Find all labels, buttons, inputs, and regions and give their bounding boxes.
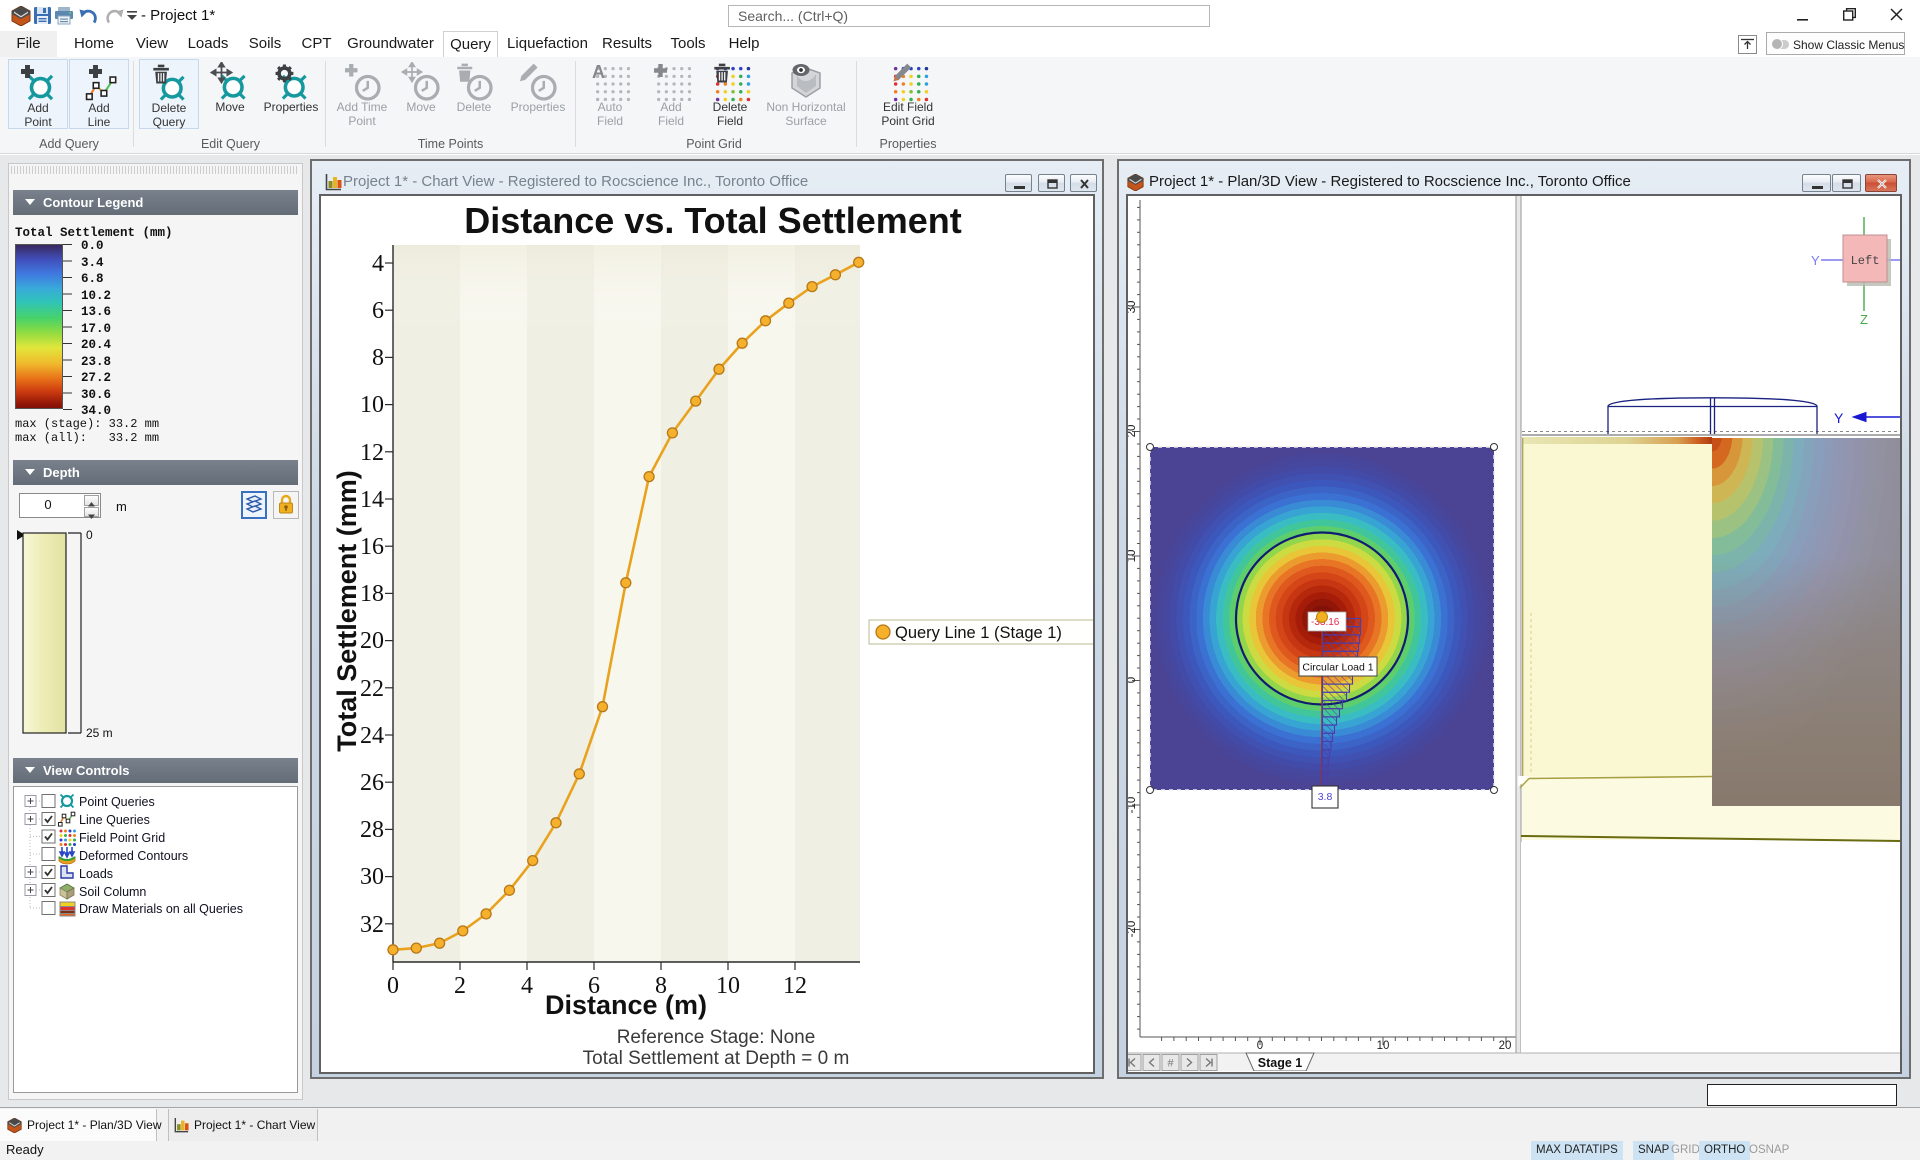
svg-text:-20: -20 <box>1126 921 1138 938</box>
svg-text:10: 10 <box>360 392 384 418</box>
svg-text:20: 20 <box>360 628 384 654</box>
svg-text:14: 14 <box>360 487 384 513</box>
svg-text:Stage 1: Stage 1 <box>1258 1056 1303 1070</box>
svg-text:Y: Y <box>1811 253 1820 268</box>
svg-text:10: 10 <box>1377 1040 1390 1052</box>
svg-text:2: 2 <box>454 973 466 999</box>
svg-text:30: 30 <box>360 864 384 890</box>
svg-text:20: 20 <box>1499 1040 1512 1052</box>
svg-text:30: 30 <box>1126 301 1138 314</box>
svg-text:0: 0 <box>86 528 93 542</box>
svg-text:3.8: 3.8 <box>1318 791 1333 803</box>
svg-text:Reference Stage: None: Reference Stage: None <box>617 1027 816 1048</box>
svg-text:A: A <box>592 62 605 82</box>
svg-text:Z: Z <box>1860 312 1868 327</box>
svg-text:0: 0 <box>387 973 399 999</box>
svg-text:Circular Load 1: Circular Load 1 <box>1302 662 1373 674</box>
svg-text:Query Line 1 (Stage 1): Query Line 1 (Stage 1) <box>895 624 1062 642</box>
svg-text:18: 18 <box>360 581 384 607</box>
svg-text:Left: Left <box>1851 254 1880 268</box>
svg-text:16: 16 <box>360 534 384 560</box>
svg-text:10: 10 <box>1126 550 1138 563</box>
svg-text:0: 0 <box>1126 677 1138 683</box>
svg-text:12: 12 <box>360 440 384 466</box>
svg-text:Total Settlement (mm): Total Settlement (mm) <box>332 470 362 752</box>
svg-text:0: 0 <box>1257 1040 1263 1052</box>
svg-text:Distance vs. Total Settlement: Distance vs. Total Settlement <box>464 200 961 241</box>
svg-text:10: 10 <box>716 973 740 999</box>
svg-text:32: 32 <box>360 912 384 938</box>
svg-text:8: 8 <box>372 345 384 371</box>
svg-text:6: 6 <box>372 298 384 324</box>
svg-text:24: 24 <box>360 723 384 749</box>
svg-text:Distance (m): Distance (m) <box>545 990 707 1020</box>
svg-text:28: 28 <box>360 817 384 843</box>
svg-text:25 m: 25 m <box>86 726 113 738</box>
svg-text:4: 4 <box>372 251 384 277</box>
svg-text:-10: -10 <box>1126 797 1138 814</box>
svg-text:#: # <box>1167 1058 1174 1070</box>
svg-text:26: 26 <box>360 770 384 796</box>
svg-text:12: 12 <box>783 973 807 999</box>
svg-text:Y: Y <box>1834 410 1844 426</box>
svg-text:4: 4 <box>521 973 533 999</box>
svg-text:20: 20 <box>1126 425 1138 438</box>
svg-text:Total Settlement at Depth = 0: Total Settlement at Depth = 0 m <box>583 1048 850 1069</box>
svg-text:22: 22 <box>360 676 384 702</box>
